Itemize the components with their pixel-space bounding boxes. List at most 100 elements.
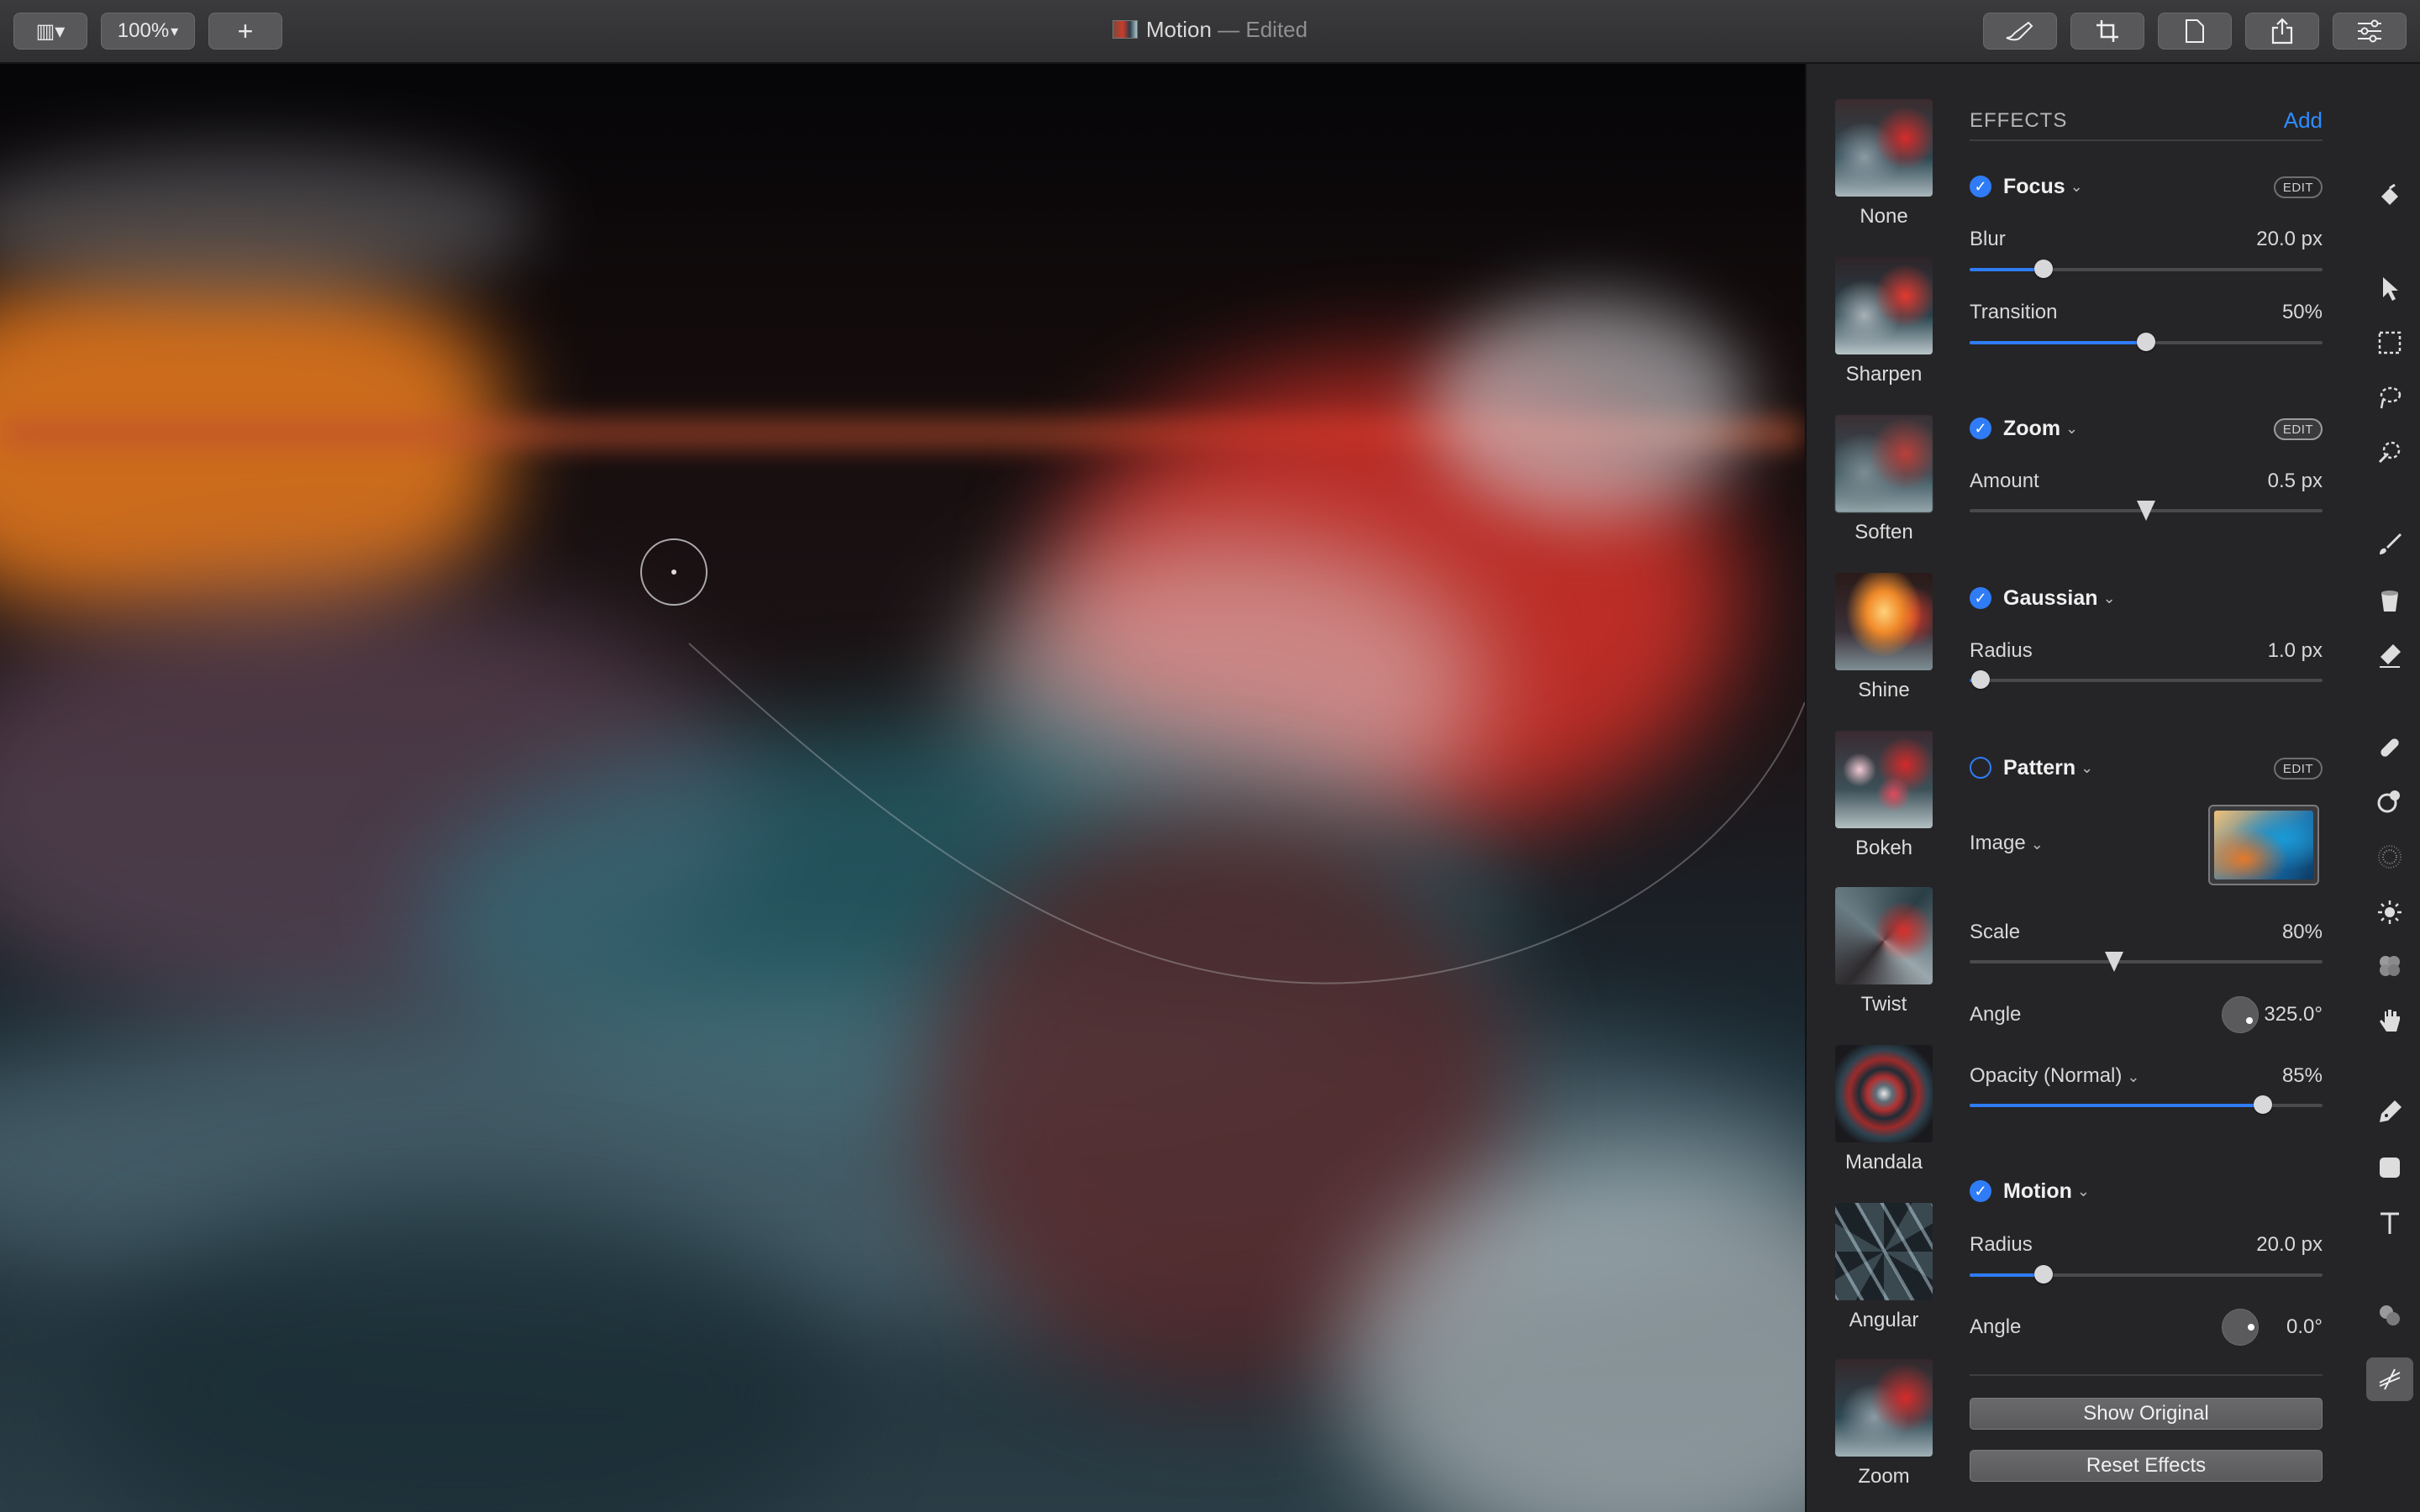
image-label: Image [1970,832,2026,854]
text-icon [2381,1212,2399,1234]
motion-radius-slider[interactable] [1970,1265,2323,1285]
opacity-label: Opacity (Normal) [1970,1064,2123,1087]
preset-bokeh[interactable]: Bokeh [1835,731,1933,860]
add-effect-link[interactable]: Add [2284,108,2323,134]
crop-icon [2096,20,2118,42]
noise-tool[interactable] [2366,835,2413,879]
document-button[interactable] [2158,13,2232,50]
pattern-edit-button[interactable]: EDIT [2274,758,2323,780]
chevron-down-icon: ⌄ [2076,1182,2091,1200]
slider-knob[interactable] [2137,333,2155,351]
slider-knob[interactable] [2034,260,2053,278]
light-tool[interactable] [2366,890,2413,934]
zoom-enabled-checkbox[interactable]: ✓ [1970,417,1991,439]
effects-tool[interactable] [2366,1357,2413,1401]
scale-slider[interactable] [1970,952,2323,972]
zoom-dropdown[interactable]: 100% ▾ [101,13,195,50]
motion-enabled-checkbox[interactable]: ✓ [1970,1180,1991,1202]
preset-label: Sharpen [1845,363,1923,386]
preset-angular[interactable]: Angular [1835,1203,1933,1332]
preset-zoom[interactable]: Zoom [1835,1359,1933,1488]
show-original-button[interactable]: Show Original [1970,1398,2323,1430]
rect-select-tool[interactable] [2366,321,2413,365]
pattern-section-title[interactable]: Pattern ⌄ [1970,753,2093,783]
brush-tool-button[interactable] [1983,13,2057,50]
image-canvas[interactable] [0,64,1805,1512]
transition-slider[interactable] [1970,333,2323,353]
crop-button[interactable] [2070,13,2144,50]
slider-knob[interactable] [2105,952,2123,972]
paint-bucket-tool[interactable] [2366,175,2413,218]
reset-effects-button[interactable]: Reset Effects [1970,1450,2323,1482]
gaussian-enabled-checkbox[interactable]: ✓ [1970,587,1991,609]
focus-section-title[interactable]: ✓ Focus ⌄ [1970,171,2083,202]
preset-shine[interactable]: Shine [1835,573,1933,702]
gaussian-section-title[interactable]: ✓ Gaussian ⌄ [1970,583,2116,613]
text-tool[interactable] [2366,1201,2413,1245]
motion-radius-value: 20.0 px [2256,1233,2323,1256]
magic-wand-tool[interactable] [2366,430,2413,474]
checkmark-icon: ✓ [1974,177,1987,195]
pen-tool[interactable] [2366,1090,2413,1134]
motion-section-title[interactable]: ✓ Motion ⌄ [1970,1176,2090,1206]
eraser-tool[interactable] [2366,633,2413,677]
dial-indicator [2248,1324,2254,1331]
preset-none[interactable]: None [1835,99,1933,228]
pattern-angle-dial[interactable] [2222,996,2259,1033]
preset-thumbnail [1835,99,1933,197]
slider-knob[interactable] [2254,1095,2272,1114]
plus-icon: + [237,15,254,46]
layers-tool[interactable] [2366,1294,2413,1337]
preset-sharpen[interactable]: Sharpen [1835,257,1933,386]
zoom-name: Zoom [2003,416,2061,440]
slider-knob[interactable] [1971,670,1990,689]
slider-knob[interactable] [2034,1265,2053,1284]
pattern-image-swatch[interactable] [2208,805,2319,885]
sidebar-toggle-button[interactable]: ▥▾ [13,13,87,50]
chevron-down-icon: ▾ [171,22,179,39]
heal-tool[interactable] [2366,726,2413,769]
adjust-button[interactable] [2333,13,2407,50]
pattern-image-dropdown[interactable]: Image ⌄ [1970,832,2044,855]
preset-label: Bokeh [1854,837,1913,859]
focus-edit-button[interactable]: EDIT [2274,176,2323,198]
gaussian-radius-slider[interactable] [1970,670,2323,690]
preset-twist[interactable]: Twist [1835,887,1933,1016]
preset-label: Angular [1849,1309,1919,1331]
motion-angle-label: Angle [1970,1315,2022,1338]
opacity-dropdown[interactable]: Opacity (Normal) ⌄ [1970,1064,2139,1088]
preset-label: None [1860,205,1908,228]
chevron-down-icon: ⌄ [2030,836,2044,853]
focus-enabled-checkbox[interactable]: ✓ [1970,176,1991,197]
checkmark-icon: ✓ [1974,419,1987,437]
amount-slider[interactable] [1970,501,2323,521]
motion-radius-label: Radius [1970,1233,2033,1256]
shape-tool[interactable] [2366,1146,2413,1189]
share-button[interactable] [2245,13,2319,50]
zoom-section-title[interactable]: ✓ Zoom ⌄ [1970,413,2078,444]
move-tool[interactable] [2366,267,2413,311]
brush-tool[interactable] [2366,522,2413,566]
clone-tool[interactable] [2366,780,2413,823]
pattern-angle-label: Angle [1970,1003,2022,1026]
add-button[interactable]: + [208,13,282,50]
chevron-down-icon: ⌄ [2127,1068,2140,1085]
preset-mandala[interactable]: Mandala [1835,1045,1933,1174]
fill-tool[interactable] [2366,578,2413,622]
focus-center-handle[interactable] [640,538,708,606]
blur-slider[interactable] [1970,260,2323,280]
paint-bucket-icon [2381,183,2398,205]
motion-angle-dial[interactable] [2222,1309,2259,1346]
opacity-slider[interactable] [1970,1095,2323,1116]
color-adjust-tool[interactable] [2366,944,2413,988]
pattern-enabled-checkbox[interactable] [1970,757,1991,779]
zoom-edit-button[interactable]: EDIT [2274,418,2323,440]
smudge-tool[interactable] [2366,1000,2413,1043]
lasso-tool[interactable] [2366,376,2413,420]
effects-title: EFFECTS [1970,109,2068,132]
preset-soften[interactable]: Soften [1835,415,1933,544]
tool-rail [2358,64,2420,1512]
slider-knob[interactable] [2137,501,2155,521]
pen-icon [2380,1100,2402,1122]
preset-thumbnail [1835,1203,1933,1300]
